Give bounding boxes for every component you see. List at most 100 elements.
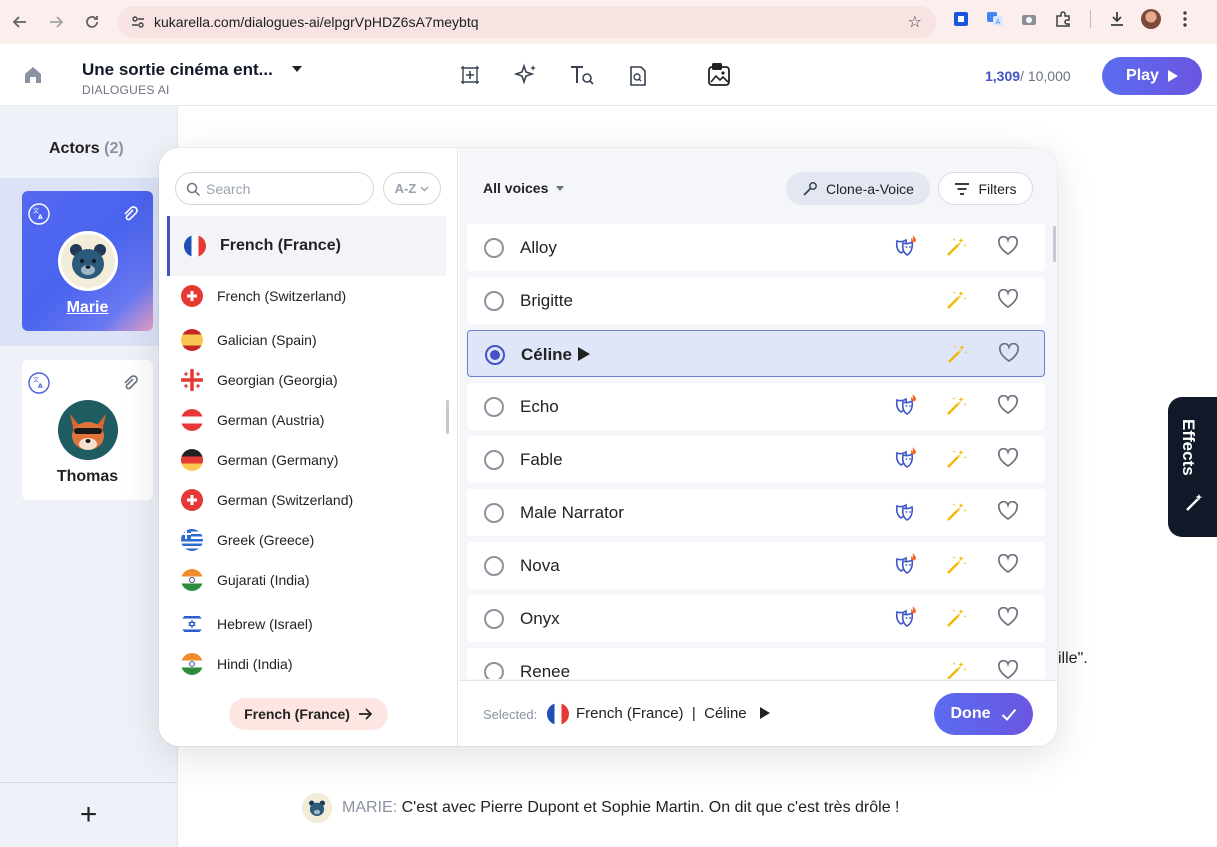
language-scrollbar[interactable] — [446, 400, 449, 434]
magic-wand-icon[interactable] — [946, 343, 968, 365]
preview-play-icon[interactable] — [760, 707, 770, 719]
language-item-french-switzerland[interactable]: French (Switzerland) — [167, 284, 446, 308]
voice-radio[interactable] — [485, 345, 505, 365]
actor-card-thomas[interactable]: 文A Thomas — [22, 360, 153, 500]
clone-a-voice-button[interactable]: Clone-a-Voice — [786, 172, 930, 205]
favorite-heart-icon[interactable] — [997, 288, 1019, 311]
voice-row[interactable]: Fable — [467, 436, 1045, 483]
project-dropdown-caret-icon[interactable] — [292, 66, 302, 72]
forward-icon[interactable] — [42, 8, 70, 36]
ai-sparkle-icon[interactable] — [513, 62, 539, 88]
document-search-icon[interactable] — [625, 62, 651, 88]
image-gallery-icon[interactable] — [706, 62, 732, 88]
favorite-heart-icon[interactable] — [997, 659, 1019, 679]
add-actor-button[interactable]: + — [0, 782, 177, 847]
voice-row[interactable]: Céline — [467, 330, 1045, 377]
voice-radio[interactable] — [484, 609, 504, 629]
language-item-german-austria[interactable]: German (Austria) — [167, 408, 446, 432]
text-search-icon[interactable] — [569, 62, 595, 88]
voice-radio[interactable] — [484, 450, 504, 470]
translate-badge-icon[interactable]: 文A — [28, 203, 50, 225]
magic-wand-icon[interactable] — [945, 554, 967, 576]
language-label: German (Austria) — [217, 412, 325, 428]
app-header: Une sortie cinéma ent... DIALOGUES AI 1,… — [0, 44, 1217, 106]
magic-wand-icon[interactable] — [945, 660, 967, 679]
voice-row[interactable]: Alloy — [467, 224, 1045, 271]
voice-row[interactable]: Nova — [467, 542, 1045, 589]
script-line[interactable]: MARIE: C'est avec Pierre Dupont et Sophi… — [302, 793, 899, 823]
language-item-gujarati-india[interactable]: Gujarati (India) — [167, 568, 446, 592]
favorite-heart-icon[interactable] — [997, 447, 1019, 470]
actor-name[interactable]: Marie — [22, 299, 153, 317]
language-item-german-germany[interactable]: German (Germany) — [167, 448, 446, 472]
magic-wand-icon[interactable] — [945, 448, 967, 470]
language-item-georgian-georgia[interactable]: Georgian (Georgia) — [167, 368, 446, 392]
voice-preview-play-icon[interactable] — [578, 347, 590, 361]
voice-filter-dropdown[interactable]: All voices — [483, 180, 565, 196]
language-item-greek-greece[interactable]: Greek (Greece) — [167, 528, 446, 552]
language-item-german-switzerland[interactable]: German (Switzerland) — [167, 488, 446, 512]
browser-menu-icon[interactable] — [1174, 8, 1196, 30]
address-bar[interactable]: kukarella.com/dialogues-ai/elpgrVpHDZ6sA… — [118, 6, 936, 38]
back-icon[interactable] — [6, 8, 34, 36]
puzzle-extensions-icon[interactable] — [1052, 8, 1074, 30]
language-item-hindi-india[interactable]: Hindi (India) — [167, 652, 446, 676]
voice-radio[interactable] — [484, 397, 504, 417]
voice-name: Echo — [520, 397, 559, 416]
download-icon[interactable] — [1106, 8, 1128, 30]
emotion-mask-hot-icon — [893, 446, 919, 472]
voice-radio[interactable] — [484, 238, 504, 258]
add-block-icon[interactable] — [457, 62, 483, 88]
attach-icon[interactable] — [119, 203, 141, 225]
effects-tab[interactable]: Effects — [1168, 397, 1217, 537]
sort-dropdown[interactable]: A-Z — [383, 172, 441, 205]
flag-fr-icon — [184, 235, 206, 257]
favorite-heart-icon[interactable] — [998, 342, 1020, 365]
language-item-hebrew-israel[interactable]: Hebrew (Israel) — [167, 612, 446, 636]
reload-icon[interactable] — [78, 8, 106, 36]
camera-icon[interactable] — [1018, 8, 1040, 30]
extension-shield-icon[interactable] — [950, 8, 972, 30]
magic-wand-icon[interactable] — [945, 501, 967, 523]
voice-row[interactable]: Onyx — [467, 595, 1045, 642]
voice-row[interactable]: Male Narrator — [467, 489, 1045, 536]
voice-row[interactable]: Echo — [467, 383, 1045, 430]
voice-row[interactable]: Brigitte — [467, 277, 1045, 324]
actor-name[interactable]: Thomas — [22, 468, 153, 486]
home-icon[interactable] — [22, 64, 44, 91]
translate-badge-icon[interactable]: 文A — [28, 372, 50, 394]
voice-radio[interactable] — [484, 556, 504, 576]
profile-avatar[interactable] — [1140, 8, 1162, 30]
magic-wand-icon[interactable] — [945, 289, 967, 311]
voice-picker-footer: Selected: French (France) | Céline Done — [459, 680, 1057, 746]
actor-card-marie[interactable]: 文A Marie — [22, 191, 153, 331]
voice-row[interactable]: Renee — [467, 648, 1045, 679]
favorite-heart-icon[interactable] — [997, 394, 1019, 417]
voice-radio[interactable] — [484, 662, 504, 679]
language-label: Galician (Spain) — [217, 332, 317, 348]
voice-radio[interactable] — [484, 503, 504, 523]
site-settings-icon[interactable] — [130, 14, 146, 33]
attach-icon[interactable] — [119, 372, 141, 394]
filters-button[interactable]: Filters — [938, 172, 1033, 205]
bookmark-star-icon[interactable]: ☆ — [908, 12, 922, 32]
magic-wand-icon[interactable] — [945, 607, 967, 629]
language-item-french-france[interactable]: French (France) — [167, 216, 446, 276]
magic-wand-icon[interactable] — [945, 395, 967, 417]
done-button[interactable]: Done — [934, 693, 1033, 735]
current-language-chip[interactable]: French (France) — [229, 698, 388, 730]
favorite-heart-icon[interactable] — [997, 235, 1019, 258]
project-title[interactable]: Une sortie cinéma ent... — [82, 60, 273, 80]
language-item-galician-spain[interactable]: Galician (Spain) — [167, 328, 446, 352]
language-search-input[interactable]: Search — [175, 172, 374, 205]
translate-icon[interactable]: A — [984, 8, 1006, 30]
voice-scrollbar[interactable] — [1053, 226, 1056, 262]
play-button[interactable]: Play — [1102, 57, 1202, 95]
current-language-label: French (France) — [244, 706, 350, 722]
voice-radio[interactable] — [484, 291, 504, 311]
magic-wand-icon[interactable] — [945, 236, 967, 258]
favorite-heart-icon[interactable] — [997, 553, 1019, 576]
arrow-right-icon — [358, 708, 373, 720]
favorite-heart-icon[interactable] — [997, 500, 1019, 523]
favorite-heart-icon[interactable] — [997, 606, 1019, 629]
